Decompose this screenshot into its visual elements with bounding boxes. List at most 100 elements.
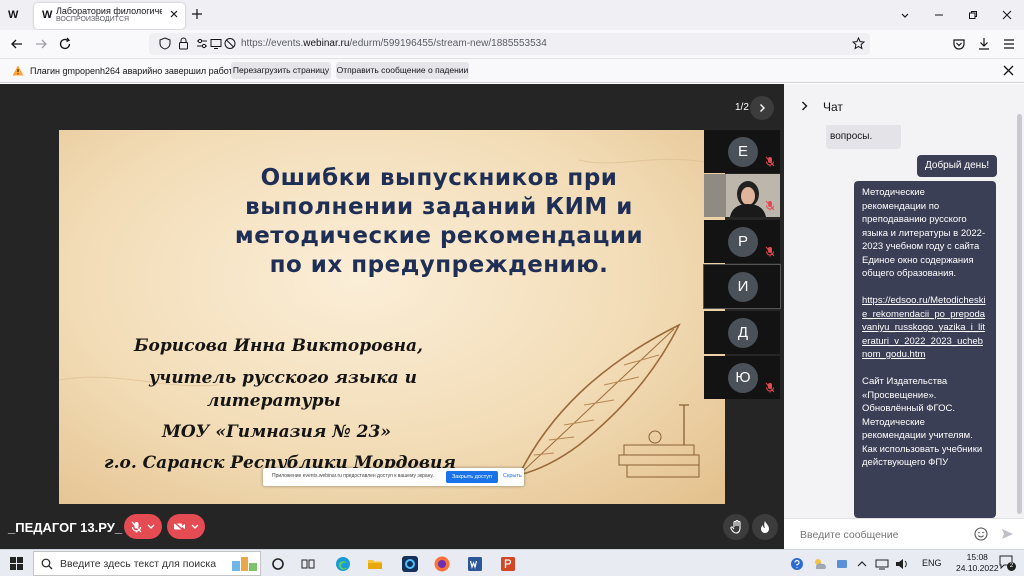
hide-permission-link[interactable]: Скрыть <box>503 473 522 479</box>
send-icon[interactable] <box>1001 528 1014 540</box>
reactions-button[interactable] <box>752 514 778 540</box>
chevron-down-icon[interactable] <box>147 524 155 530</box>
collapse-chat-icon[interactable] <box>800 101 809 111</box>
camera-off-icon <box>173 521 186 532</box>
address-bar[interactable]: https://events.webinar.ru/edurm/59919645… <box>149 33 870 55</box>
tab-playing-label: ВОСПРОИЗВОДИТСЯ <box>56 16 130 23</box>
back-icon[interactable] <box>10 37 24 51</box>
crash-notification-bar: Плагин gmpopenh264 аварийно завершил раб… <box>0 58 1024 83</box>
network-icon[interactable] <box>872 554 892 574</box>
chat-scrollbar[interactable] <box>1017 114 1022 514</box>
chevron-right-icon <box>760 104 765 112</box>
page-counter: 1/2 <box>735 102 749 113</box>
close-tab-icon[interactable] <box>169 9 179 19</box>
help-icon[interactable] <box>787 554 807 574</box>
feather-books-illustration <box>517 323 700 478</box>
menu-icon[interactable] <box>1002 37 1016 51</box>
chat-title: Чат <box>823 100 843 114</box>
notifications-icon[interactable]: 2 <box>998 554 1016 572</box>
cortana-icon[interactable] <box>268 554 288 574</box>
edge-icon[interactable] <box>333 554 353 574</box>
message-link[interactable]: https://edsoo.ru/Metodicheskie_rekomenda… <box>862 295 986 360</box>
file-explorer-icon[interactable] <box>365 554 385 574</box>
participant-tile[interactable]: Д <box>704 311 780 354</box>
permissions-icon[interactable] <box>196 37 208 50</box>
raise-hand-button[interactable] <box>723 514 749 540</box>
avatar: Д <box>728 318 758 348</box>
task-view-icon[interactable] <box>298 554 318 574</box>
notification-count-badge: 2 <box>1007 562 1016 571</box>
chat-message-incoming: вопросы. <box>826 125 901 149</box>
word-icon[interactable] <box>465 554 485 574</box>
next-page-button[interactable] <box>750 96 774 120</box>
emoji-icon[interactable] <box>974 527 988 541</box>
reload-icon[interactable] <box>58 37 72 51</box>
browser-tab-active[interactable]: W Лаборатория филологического ВОСПРОИЗВО… <box>34 3 185 29</box>
bookmark-star-icon[interactable] <box>852 37 865 50</box>
avatar: Р <box>728 227 758 257</box>
language-indicator[interactable]: ENG <box>922 558 942 568</box>
mic-muted-icon <box>765 246 775 257</box>
chevron-down-icon[interactable] <box>191 524 199 530</box>
powerpoint-icon[interactable] <box>498 554 518 574</box>
reload-page-button[interactable]: Перезагрузить страницу <box>231 62 331 79</box>
notification-text: Плагин gmpopenh264 аварийно завершил раб… <box>30 66 239 76</box>
chat-message-outgoing: Методические рекомендации по преподавани… <box>854 181 996 518</box>
windows-start-icon[interactable] <box>10 557 23 570</box>
restore-icon[interactable] <box>956 0 990 30</box>
hand-icon <box>729 520 741 534</box>
message-text: Методические рекомендации по преподавани… <box>862 187 986 279</box>
participant-tile[interactable]: И <box>703 264 781 309</box>
firefox-icon[interactable] <box>432 554 452 574</box>
downloads-icon[interactable] <box>977 37 991 51</box>
screen-share-icon[interactable] <box>210 37 222 50</box>
new-tab-icon[interactable] <box>191 8 203 20</box>
weather-icon[interactable] <box>810 554 830 574</box>
taskbar-clock[interactable]: 15:08 24.10.2022 <box>956 552 999 574</box>
tab-strip: W W Лаборатория филологического ВОСПРОИЗ… <box>0 0 1024 30</box>
screen-share-permission-bar: Приложение events.webinar.ru предоставле… <box>263 468 524 486</box>
pocket-icon[interactable] <box>952 37 966 51</box>
minimize-icon[interactable] <box>922 0 956 30</box>
slide-title-line: по их предупреждению. <box>269 252 609 278</box>
tab-title: Лаборатория филологического <box>56 6 162 16</box>
permission-text: Приложение events.webinar.ru предоставле… <box>272 473 434 479</box>
windows-taskbar: Введите здесь текст для поиска ENG 15:08… <box>0 549 1024 576</box>
url-text[interactable]: https://events.webinar.ru/edurm/59919645… <box>241 38 547 49</box>
lock-icon[interactable] <box>178 37 189 50</box>
chat-message-outgoing: Добрый день! <box>917 155 998 177</box>
webinar-stage: Ошибки выпускников при выполнении задани… <box>0 84 784 549</box>
webinar-app-icon[interactable] <box>400 554 420 574</box>
mic-muted-icon <box>765 156 775 167</box>
close-notification-icon[interactable] <box>1003 65 1014 76</box>
taskbar-search-box[interactable]: Введите здесь текст для поиска <box>33 551 261 576</box>
mic-muted-icon <box>765 200 775 211</box>
slide-title: Ошибки выпускников при выполнении задани… <box>159 164 719 280</box>
list-all-tabs-icon[interactable] <box>888 0 922 30</box>
participant-tile[interactable]: Р <box>704 220 780 263</box>
participant-tile[interactable]: Е <box>704 130 780 173</box>
participant-tile[interactable]: Ю <box>704 356 780 399</box>
shield-icon[interactable] <box>159 37 171 50</box>
message-text: Сайт Издательства «Просвещение». Обновлё… <box>862 376 985 468</box>
mic-off-icon <box>131 521 142 532</box>
show-hidden-icons[interactable] <box>852 554 872 574</box>
muted-tab-icon[interactable] <box>224 37 236 50</box>
search-highlight-icon <box>232 557 257 571</box>
search-placeholder: Введите здесь текст для поиска <box>60 558 217 570</box>
microphone-toggle-button[interactable] <box>124 514 162 539</box>
slide-author-role: учитель русского языка и <box>149 368 417 388</box>
app-logo: W <box>8 9 19 21</box>
tray-icon[interactable] <box>832 554 852 574</box>
avatar: И <box>728 272 758 302</box>
slide-author-school: МОУ «Гимназия № 23» <box>162 422 391 442</box>
stop-sharing-button[interactable]: Закрыть доступ <box>446 471 498 483</box>
participant-tile-video[interactable] <box>704 174 780 217</box>
send-crash-report-button[interactable]: Отправить сообщение о падении <box>336 62 469 79</box>
tab-favicon-icon: W <box>42 9 53 21</box>
message-input[interactable]: Введите сообщение <box>800 529 898 541</box>
close-window-icon[interactable] <box>990 0 1024 30</box>
camera-toggle-button[interactable] <box>167 514 205 539</box>
forward-icon[interactable] <box>34 37 48 51</box>
volume-icon[interactable] <box>892 554 912 574</box>
